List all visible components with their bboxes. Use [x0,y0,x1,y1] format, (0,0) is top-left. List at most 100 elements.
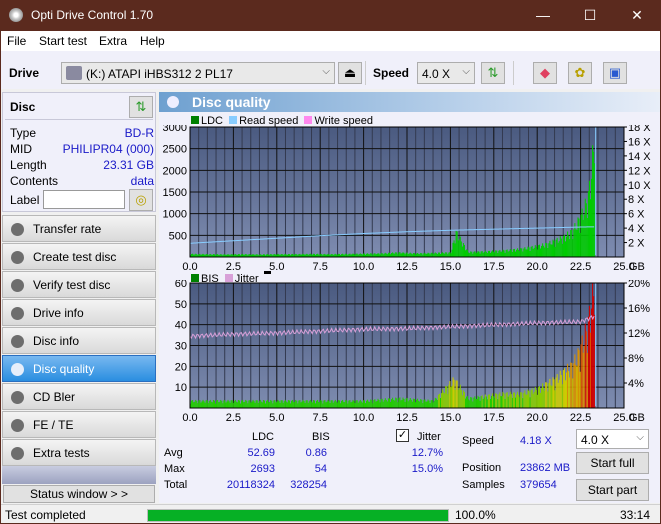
data-bar [351,401,353,408]
start-part-button[interactable]: Start part [576,479,649,501]
sidebar-item-transfer-rate[interactable]: Transfer rate [2,215,156,242]
disc-refresh-button[interactable]: ⇅ [129,96,153,118]
window-title: Opti Drive Control 1.70 [31,8,154,22]
disc-gear-icon [11,419,24,432]
disc-quality-icon [167,96,179,108]
sidebar-item-drive-info[interactable]: Drive info [2,299,156,326]
data-bar [309,253,311,257]
status-window-button[interactable]: Status window > > [3,485,155,503]
data-bar [445,386,447,408]
sidebar-item-extra-tests[interactable]: Extra tests [2,439,156,466]
start-full-button[interactable]: Start full [576,452,649,474]
disc-gear-icon [11,307,24,320]
erase-button[interactable]: ◆ [533,62,557,84]
data-bar [304,402,306,408]
data-bar [579,232,581,257]
y2-tick-label: 10 X [628,180,651,192]
menu-help[interactable]: Help [140,34,165,48]
menu-extra[interactable]: Extra [99,34,127,48]
data-bar [407,401,409,408]
data-bar [569,239,571,257]
data-bar [576,366,578,408]
label-input[interactable] [43,190,125,209]
data-bar [548,243,550,257]
test-speed-select[interactable]: 4.0 X ⌵ [576,429,649,449]
toolbar-separator [513,61,514,85]
data-bar [258,401,260,408]
sidebar-item-disc-info[interactable]: Disc info [2,327,156,354]
data-bar [586,218,588,257]
data-bar [286,402,288,408]
data-bar [562,370,564,408]
sidebar-item-fe-te[interactable]: FE / TE [2,411,156,438]
progress-bar [147,509,449,522]
sidebar-item-cd-bler[interactable]: CD Bler [2,383,156,410]
samples-value: 379654 [520,479,557,491]
data-bar [375,401,377,408]
data-bar [261,402,263,408]
save-button[interactable]: ▣ [603,62,627,84]
data-bar [581,208,583,257]
data-bar [454,243,456,257]
data-bar [553,379,555,408]
data-bar [295,399,297,408]
disc-label-button[interactable]: ◎ [129,189,153,211]
data-bar [208,401,210,408]
data-bar [532,248,534,257]
data-bar [551,244,553,257]
sidebar-item-disc-quality[interactable]: Disc quality [2,355,156,382]
data-bar [541,245,543,257]
data-bar [485,396,487,408]
data-bar [396,252,398,257]
sidebar-item-create-test-disc[interactable]: Create test disc [2,243,156,270]
settings-button[interactable]: ✿ [568,62,592,84]
jitter-checkbox[interactable]: ✓ [396,429,409,442]
data-bar [381,398,383,408]
refresh-button[interactable]: ⇅ [481,62,505,84]
data-bar [318,401,320,408]
data-bar [316,400,318,408]
data-bar [577,217,579,257]
data-bar [555,239,557,257]
data-bar [257,402,259,408]
y-tick-label: 50 [175,299,187,311]
disc-info-panel: Disc ⇅ Type BD-R MID PHILIPR04 (000) Lengt… [2,92,156,212]
data-bar [518,249,520,257]
data-bar [523,248,525,257]
sidebar-item-verify-test-disc[interactable]: Verify test disc [2,271,156,298]
data-bar [511,251,513,257]
ldc-max: 2693 [250,463,275,475]
menu-file[interactable]: File [7,34,26,48]
ldc-chart: 0.0 2.5 5.0 7.5 10.0 12.5 15.0 17.5 20.0 22.5 25.0… [163,125,652,273]
data-bar [267,399,269,408]
speed-select[interactable]: 4.0 X ⌵ [417,62,475,84]
data-bar [469,400,471,408]
data-bar [420,252,422,257]
menu-start-test[interactable]: Start test [39,34,87,48]
y-tick-label: 60 [175,280,187,290]
data-bar [201,401,203,408]
eject-button[interactable]: ⏏ [338,62,362,84]
maximize-button[interactable]: ☐ [575,4,605,26]
data-bar [307,402,309,408]
data-bar [401,399,403,408]
speed-select-value: 4.0 X [422,67,451,81]
data-bar [312,400,314,408]
x-tick-label: 0.0 [182,261,197,273]
data-bar [584,198,586,257]
disc-header: Disc [10,100,36,114]
data-bar [566,236,568,257]
drive-select[interactable]: (K:) ATAPI iHBS312 2 PL17 ⌵ [61,62,335,84]
data-bar [383,400,385,408]
data-bar [202,399,204,408]
data-bar [510,394,512,408]
close-button[interactable]: ✕ [622,4,652,26]
data-bar [299,400,301,408]
data-bar [516,249,518,257]
data-bar [418,400,420,408]
minimize-button[interactable]: — [528,4,558,26]
x-tick-label: 22.5 [570,261,591,273]
menu-bar: File Start test Extra Help [1,31,660,51]
sidebar-item-label: Transfer rate [33,222,102,236]
data-bar [397,402,399,408]
